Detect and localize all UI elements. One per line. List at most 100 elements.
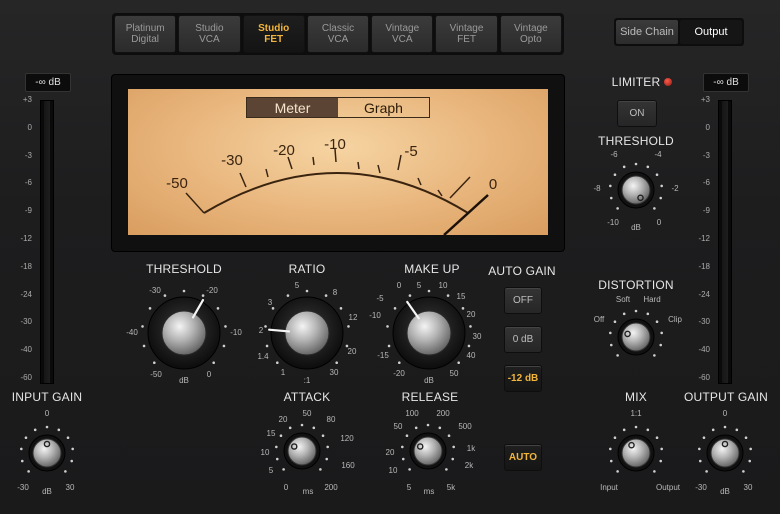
knob-scale-dot bbox=[153, 361, 156, 364]
model-button-studio-vca[interactable]: Studio VCA bbox=[178, 15, 241, 53]
meter-scale-tick: -40 bbox=[698, 345, 710, 355]
output-gain-knob[interactable] bbox=[695, 423, 755, 483]
knob-scale-dot bbox=[66, 436, 70, 440]
knob-scale-dot bbox=[622, 428, 626, 432]
knob-scale-dot bbox=[408, 294, 412, 297]
limiter-on-button[interactable]: ON bbox=[617, 100, 657, 127]
makeup-tick: 20 bbox=[466, 310, 476, 319]
limiter-threshold-label: THRESHOLD bbox=[598, 134, 674, 148]
limiter-threshold-knob[interactable] bbox=[606, 160, 666, 220]
input-gain-tick: 0 bbox=[44, 409, 50, 418]
makeup-tick: -5 bbox=[376, 294, 384, 303]
side-chain-tab[interactable]: Side Chain bbox=[616, 20, 678, 44]
vu-scale-label: -10 bbox=[324, 136, 346, 153]
knob-scale-dot bbox=[609, 196, 613, 200]
release-tick: 1k bbox=[466, 444, 476, 453]
release-tick: 500 bbox=[458, 422, 472, 431]
knob-scale-dot bbox=[659, 459, 663, 463]
knob-scale-dot bbox=[659, 343, 663, 347]
knob-scale-dot bbox=[616, 207, 619, 210]
makeup-tick: 10 bbox=[438, 281, 448, 290]
limiter-threshold-tick: -6 bbox=[610, 150, 618, 159]
input-level-meter bbox=[40, 100, 54, 384]
meter-scale-tick: -40 bbox=[20, 345, 32, 355]
vu-scale-label: 0 bbox=[488, 176, 498, 193]
output-gain-label: OUTPUT GAIN bbox=[684, 390, 768, 404]
graph-view-button[interactable]: Graph bbox=[338, 98, 429, 117]
meter-scale-tick: -60 bbox=[698, 373, 710, 382]
mix-tick: 1:1 bbox=[630, 409, 642, 418]
model-button-platinum-digital[interactable]: Platinum Digital bbox=[114, 15, 177, 53]
release-tick: 5k bbox=[446, 483, 456, 492]
attack-tick: 120 bbox=[340, 434, 354, 443]
knob-scale-dot bbox=[705, 470, 708, 473]
auto-release-button[interactable]: AUTO bbox=[504, 444, 542, 471]
knob-scale-dot bbox=[45, 425, 49, 429]
distortion-tick: Off bbox=[593, 315, 605, 324]
model-button-vintage-opto[interactable]: Vintage Opto bbox=[499, 15, 562, 53]
knob-scale-dot bbox=[622, 165, 626, 169]
knob-scale-dot bbox=[655, 173, 659, 177]
model-button-studio-fet[interactable]: Studio FET bbox=[242, 15, 305, 53]
attack-tick: 80 bbox=[326, 415, 336, 424]
meter-scale-tick: -18 bbox=[20, 261, 32, 271]
threshold-knob[interactable] bbox=[139, 288, 229, 378]
meter-scale-tick: -3 bbox=[24, 150, 32, 160]
knob-scale-dot bbox=[609, 447, 612, 451]
knob-scale-dot bbox=[659, 196, 663, 200]
threshold-label: THRESHOLD bbox=[146, 262, 222, 276]
knob-scale-dot bbox=[653, 470, 656, 473]
threshold-tick: -50 bbox=[150, 370, 162, 379]
knob-scale-dot bbox=[646, 312, 650, 316]
knob-scale-dot bbox=[57, 428, 61, 432]
knob-scale-dot bbox=[33, 428, 37, 432]
auto-gain-0db-button[interactable]: 0 dB bbox=[504, 326, 542, 353]
meter-scale-tick: -9 bbox=[24, 206, 32, 216]
limiter-threshold-tick: -8 bbox=[593, 184, 601, 193]
knob-scale-dot bbox=[393, 307, 397, 310]
knob-scale-dot bbox=[426, 423, 430, 427]
meter-scale-tick: -24 bbox=[698, 289, 710, 299]
knob-scale-dot bbox=[457, 361, 460, 364]
release-tick: 2k bbox=[464, 461, 474, 470]
meter-view-button[interactable]: Meter bbox=[247, 98, 338, 117]
makeup-tick: -10 bbox=[369, 311, 381, 320]
knob-scale-dot bbox=[698, 447, 701, 451]
meter-scale-tick: -30 bbox=[20, 317, 32, 327]
knob-scale-dot bbox=[148, 307, 152, 310]
makeup-tick: 40 bbox=[466, 351, 476, 360]
attack-label: ATTACK bbox=[283, 390, 331, 404]
model-button-classic-vca[interactable]: Classic VCA bbox=[306, 15, 370, 53]
model-button-vintage-fet[interactable]: Vintage FET bbox=[435, 15, 498, 53]
output-gain-tick: -30 bbox=[695, 483, 707, 492]
distortion-knob[interactable] bbox=[606, 307, 666, 367]
makeup-knob[interactable] bbox=[384, 288, 474, 378]
mix-tick: Input bbox=[600, 483, 618, 492]
vu-needle bbox=[443, 194, 489, 235]
ratio-tick: :1 bbox=[303, 376, 311, 385]
auto-gain-off-button[interactable]: OFF bbox=[504, 287, 542, 314]
knob-scale-dot bbox=[276, 361, 279, 364]
meter-scale-tick: -12 bbox=[20, 234, 32, 243]
auto-gain-minus12db-button[interactable]: -12 dB bbox=[504, 365, 542, 392]
mix-knob[interactable] bbox=[606, 423, 666, 483]
output-tab[interactable]: Output bbox=[680, 20, 742, 44]
meter-scale-tick: -18 bbox=[698, 261, 710, 271]
knob-scale-dot bbox=[398, 361, 401, 364]
input-gain-knob[interactable] bbox=[17, 423, 77, 483]
view-selector: Side Chain Output bbox=[614, 18, 744, 46]
model-button-vintage-vca[interactable]: Vintage VCA bbox=[371, 15, 434, 53]
knob-scale-dot bbox=[222, 344, 226, 348]
release-tick: 20 bbox=[385, 448, 395, 457]
release-label: RELEASE bbox=[401, 390, 459, 404]
knob-scale-dot bbox=[347, 325, 350, 328]
knob-scale-dot bbox=[216, 307, 220, 310]
knob-scale-dot bbox=[408, 468, 411, 471]
input-gain-label: INPUT GAIN bbox=[11, 390, 83, 404]
ratio-tick: 20 bbox=[347, 347, 357, 356]
input-level-readout: -∞ dB bbox=[25, 73, 71, 92]
attack-tick: 15 bbox=[266, 429, 276, 438]
mix-label: MIX bbox=[625, 390, 647, 404]
attack-tick: 10 bbox=[260, 448, 270, 457]
release-tick: 10 bbox=[388, 466, 398, 475]
